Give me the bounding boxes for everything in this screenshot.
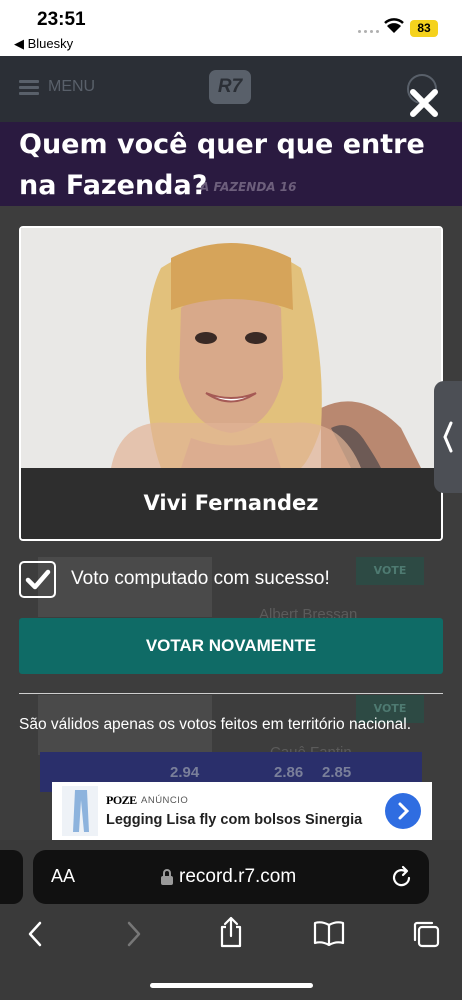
divider (19, 693, 443, 694)
odds-value: 2.94 (170, 764, 200, 781)
checkbox (19, 561, 56, 598)
share-icon[interactable] (217, 916, 245, 948)
voting-notice: São válidos apenas os votos feitos em te… (19, 716, 412, 733)
chevron-left-icon (443, 421, 453, 453)
battery-indicator: 83 (410, 20, 438, 37)
lock-icon (161, 869, 173, 885)
bookmarks-icon[interactable] (313, 920, 345, 946)
back-to-app-link[interactable]: ◀ Bluesky (14, 36, 73, 52)
check-icon (25, 569, 51, 590)
close-icon[interactable] (405, 84, 443, 122)
wifi-icon (384, 18, 404, 33)
side-drawer-handle[interactable] (434, 381, 462, 493)
tabs-icon[interactable] (412, 920, 440, 948)
success-message: Voto computado com sucesso! (71, 568, 330, 589)
candidate-card: Vivi Fernandez (19, 226, 443, 541)
ad-label: ANÚNCIO (141, 795, 189, 806)
candidate-photo (21, 228, 441, 468)
chevron-right-icon (398, 802, 410, 820)
odds-value: 2.86 (274, 764, 304, 781)
candidate-name: Vivi Fernandez (21, 468, 441, 539)
previous-tab-preview[interactable] (0, 850, 23, 904)
ad-brand: POZE (106, 793, 137, 807)
reload-icon[interactable] (391, 865, 413, 889)
text-size-button[interactable]: AA (51, 866, 75, 887)
address-bar[interactable]: AA record.r7.com (33, 850, 429, 904)
back-icon[interactable] (25, 920, 45, 948)
ad-product-image (62, 786, 98, 836)
url-text: record.r7.com (179, 866, 297, 887)
status-bar: 23:51 ◀ Bluesky 83 (0, 0, 462, 56)
site-header: MENU R7 (0, 56, 462, 122)
hamburger-menu-icon (19, 80, 39, 95)
clock: 23:51 (37, 9, 86, 30)
menu-label: MENU (48, 78, 96, 95)
ad-title: Legging Lisa fly com bolsos Sinergia (106, 812, 363, 828)
site-logo: R7 (209, 70, 251, 104)
cellular-signal-icon (358, 28, 380, 34)
home-indicator (150, 983, 313, 988)
modal-title: Quem você quer que entre na Fazenda? (19, 129, 425, 201)
vote-confirmation: Voto computado com sucesso! (19, 560, 449, 600)
ad-open-button[interactable] (385, 793, 421, 829)
advertisement-banner[interactable]: POZE ANÚNCIO Legging Lisa fly com bolsos… (52, 782, 432, 840)
forward-icon[interactable] (124, 920, 144, 948)
vote-again-button[interactable]: VOTAR NOVAMENTE (19, 618, 443, 674)
odds-value: 2.85 (322, 764, 352, 781)
browser-toolbar (0, 912, 462, 956)
